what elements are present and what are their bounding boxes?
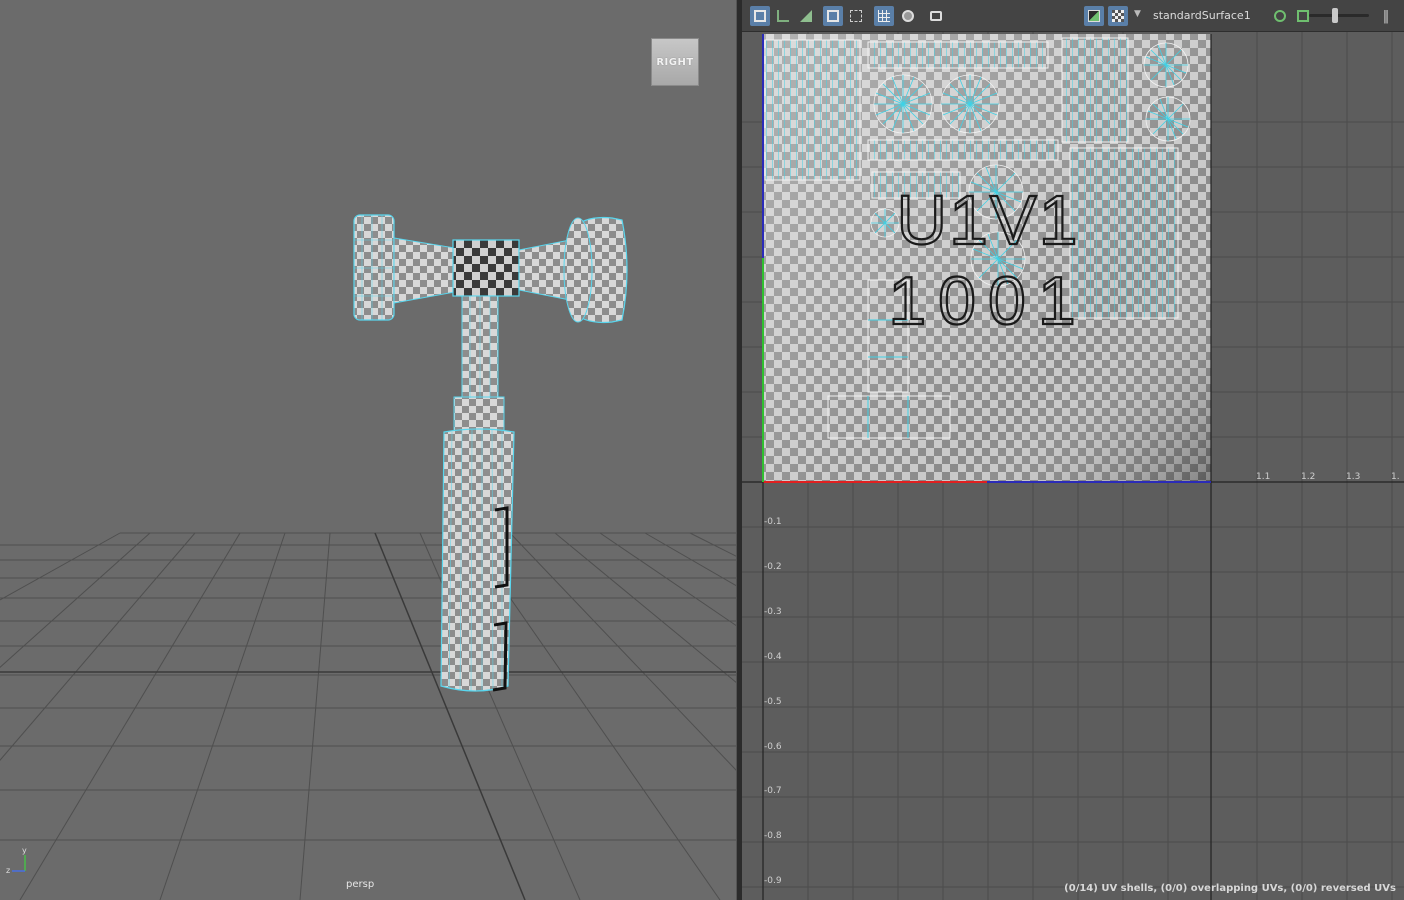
tile-label-top: U1V1	[896, 181, 1079, 259]
uv-canvas[interactable]: U1V1 1001	[742, 32, 1404, 900]
snapshot-icon[interactable]	[926, 6, 946, 26]
checker-icon[interactable]	[1108, 6, 1128, 26]
exposure-slider-icon[interactable]	[1309, 14, 1369, 17]
shader-dropdown-icon[interactable]: ▼	[1134, 9, 1141, 19]
uv-editor-panel[interactable]: ▼ standardSurface1 ‖ U1V1 1001 1.1 1.2 1…	[742, 0, 1404, 900]
u-tick: 1.2	[1301, 472, 1316, 482]
v-tick: -0.2	[764, 562, 782, 572]
u-tick: 1.1	[1256, 472, 1271, 482]
frame-selected-icon[interactable]	[846, 6, 866, 26]
uv-status-text: (0/14) UV shells, (0/0) overlapping UVs,…	[1064, 883, 1396, 894]
hammer-model	[353, 214, 628, 692]
v-tick: -0.4	[764, 652, 782, 662]
perspective-viewport[interactable]: y z RIGHT persp	[0, 0, 736, 900]
uv-shell-icon[interactable]	[796, 6, 816, 26]
grid-toggle-icon[interactable]	[874, 6, 894, 26]
v-tick: -0.3	[764, 607, 782, 617]
toolbar-extend-icon[interactable]: ‖	[1376, 6, 1396, 26]
ground-grid	[0, 532, 736, 900]
u-tick: 1.3	[1346, 472, 1361, 482]
v-tick: -0.9	[764, 876, 782, 886]
maya-workspace: y z RIGHT persp ▼ standardSurface1 ‖ U1V…	[0, 0, 1404, 900]
uv-grid-icon[interactable]	[773, 6, 793, 26]
u-tick: 1.	[1391, 472, 1400, 482]
axis-gizmo-icon: y z	[6, 846, 27, 875]
v-tick: -0.1	[764, 517, 782, 527]
viewport-scene: y z	[0, 214, 736, 900]
shader-name[interactable]: standardSurface1	[1153, 9, 1251, 22]
image-display-icon[interactable]	[1084, 6, 1104, 26]
exposure-slider-thumb[interactable]	[1332, 8, 1338, 23]
uv-sync-icon[interactable]	[1270, 6, 1290, 26]
camera-label: persp	[346, 879, 375, 890]
tile-label-bottom: 1001	[888, 263, 1087, 339]
v-tick: -0.5	[764, 697, 782, 707]
view-cube[interactable]: RIGHT	[651, 38, 699, 86]
frame-all-icon[interactable]	[823, 6, 843, 26]
uv-layout-icon[interactable]	[750, 6, 770, 26]
uv-editor-toolbar: ▼ standardSurface1 ‖	[742, 0, 1404, 32]
svg-text:z: z	[6, 866, 10, 875]
v-tick: -0.7	[764, 786, 782, 796]
sphere-icon[interactable]	[898, 6, 918, 26]
v-tick: -0.8	[764, 831, 782, 841]
svg-text:y: y	[22, 846, 27, 855]
v-tick: -0.6	[764, 742, 782, 752]
